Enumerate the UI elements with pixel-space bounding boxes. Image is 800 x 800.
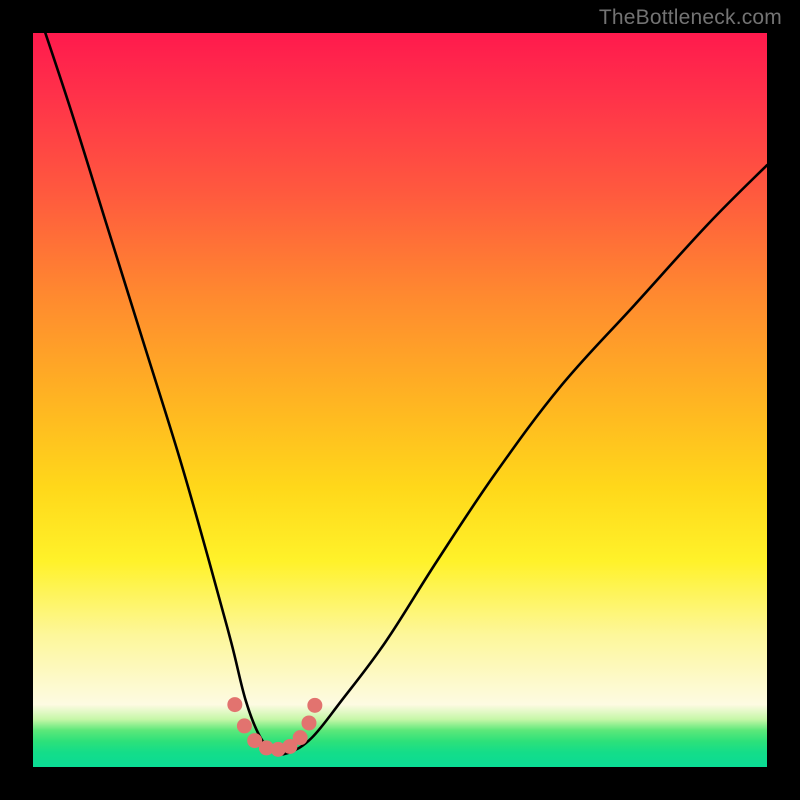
marker-dots — [227, 697, 322, 757]
plot-area — [33, 33, 767, 767]
marker-dot — [293, 730, 308, 745]
marker-dot — [307, 698, 322, 713]
marker-dot — [227, 697, 242, 712]
marker-dot — [237, 718, 252, 733]
curve-layer — [33, 33, 767, 767]
marker-dot — [301, 715, 316, 730]
watermark-text: TheBottleneck.com — [599, 6, 782, 30]
chart-frame: TheBottleneck.com — [0, 0, 800, 800]
bottleneck-curve — [33, 33, 767, 754]
